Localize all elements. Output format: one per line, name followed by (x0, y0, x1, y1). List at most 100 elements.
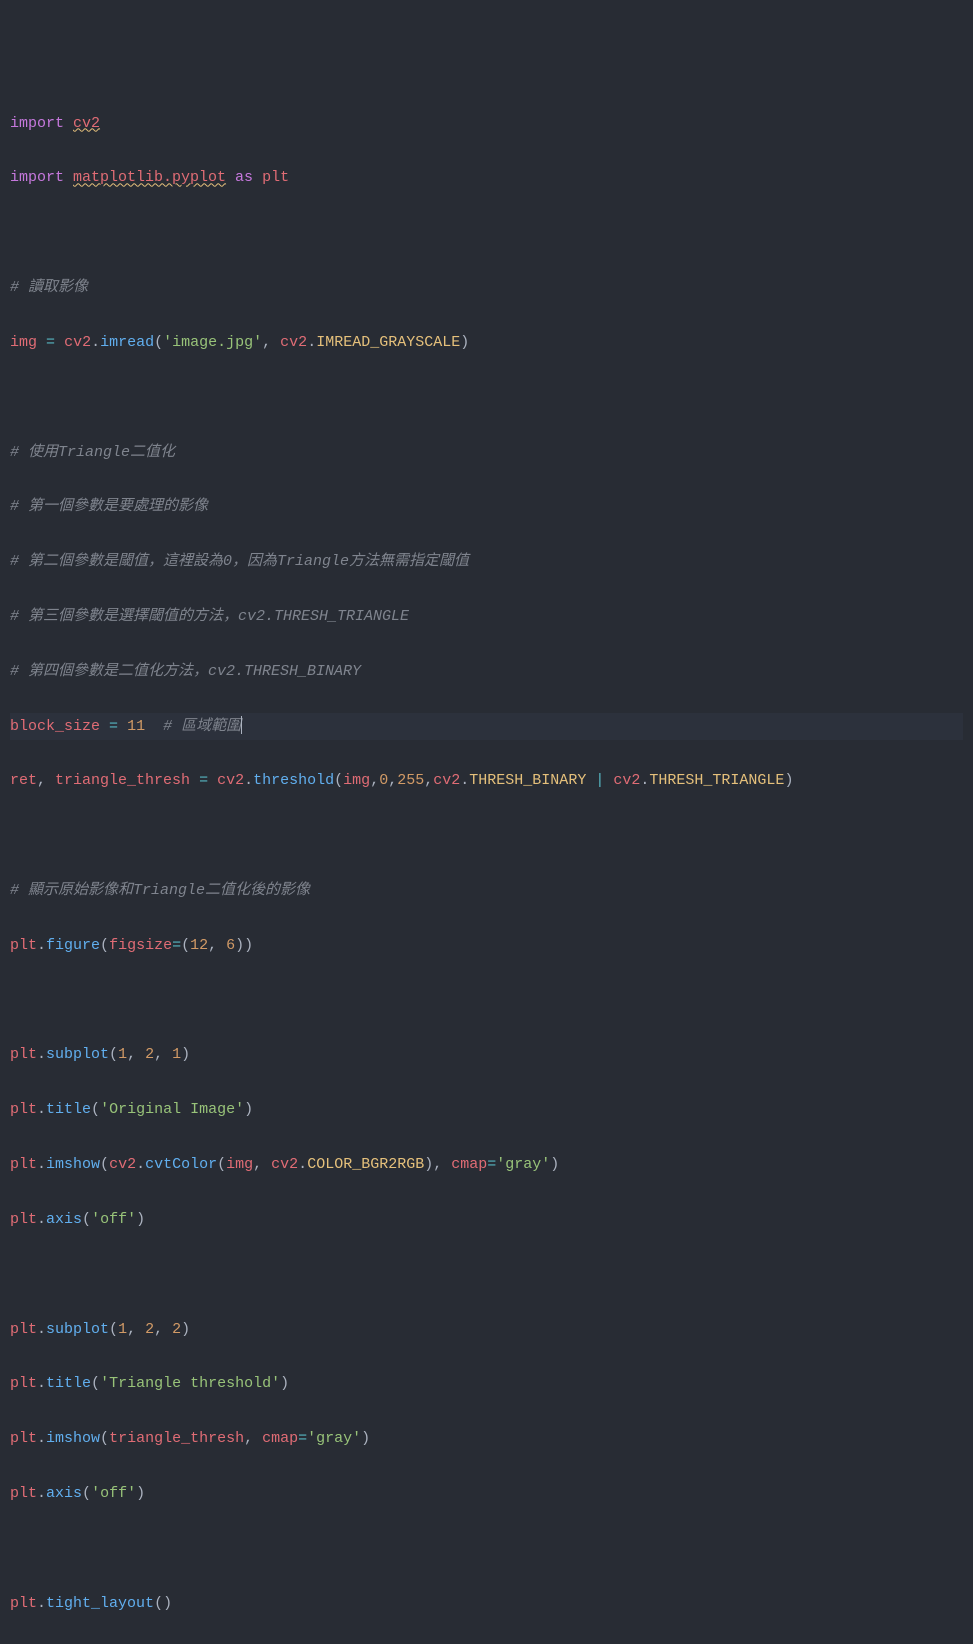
token-cmt: # 第三個參數是選擇閾值的方法，cv2.THRESH_TRIANGLE (10, 608, 409, 625)
token-str: 'gray' (496, 1156, 550, 1173)
code-line[interactable] (10, 987, 963, 1014)
code-line[interactable]: plt.figure(figsize=(12, 6)) (10, 932, 963, 959)
token-num: 2 (145, 1321, 154, 1338)
token-op: ) (361, 1430, 370, 1447)
code-line[interactable]: # 使用Triangle二值化 (10, 439, 963, 466)
token-func: title (46, 1101, 91, 1118)
token-op: . (37, 937, 46, 954)
code-line[interactable]: # 顯示原始影像和Triangle二值化後的影像 (10, 877, 963, 904)
token-var: plt (10, 1321, 37, 1338)
code-line[interactable]: plt.axis('off') (10, 1480, 963, 1507)
token-str: 'image.jpg' (163, 334, 262, 351)
token-str: 'Original Image' (100, 1101, 244, 1118)
token-op: ( (100, 1430, 109, 1447)
token-op: . (37, 1430, 46, 1447)
token-op: ( (100, 1156, 109, 1173)
code-line[interactable]: plt.subplot(1, 2, 2) (10, 1316, 963, 1343)
token-var: block_size (10, 718, 100, 735)
code-line[interactable] (10, 1535, 963, 1562)
token-str: 'off' (91, 1211, 136, 1228)
code-line[interactable]: plt.imshow(cv2.cvtColor(img, cv2.COLOR_B… (10, 1151, 963, 1178)
code-line[interactable]: # 第三個參數是選擇閾值的方法，cv2.THRESH_TRIANGLE (10, 603, 963, 630)
token-op (37, 334, 46, 351)
token-eq: = (172, 937, 181, 954)
code-line[interactable]: plt.axis('off') (10, 1206, 963, 1233)
code-line[interactable]: img = cv2.imread('image.jpg', cv2.IMREAD… (10, 329, 963, 356)
token-op: . (37, 1595, 46, 1612)
token-cmt: # 第二個參數是閾值，這裡設為0，因為Triangle方法無需指定閾值 (10, 553, 469, 570)
token-num: 1 (172, 1046, 181, 1063)
token-func: imread (100, 334, 154, 351)
token-func: axis (46, 1485, 82, 1502)
code-line[interactable]: import cv2 (10, 110, 963, 137)
token-str: 'off' (91, 1485, 136, 1502)
token-var: plt (10, 1595, 37, 1612)
token-op: , (127, 1321, 145, 1338)
code-line[interactable]: plt.title('Original Image') (10, 1096, 963, 1123)
token-var: plt (10, 1156, 37, 1173)
code-line[interactable] (10, 1261, 963, 1288)
code-line[interactable]: import matplotlib.pyplot as plt (10, 164, 963, 191)
token-var: cv2 (613, 772, 640, 789)
code-line[interactable]: plt.tight_layout() (10, 1590, 963, 1617)
code-editor[interactable]: import cv2 import matplotlib.pyplot as p… (10, 110, 963, 1644)
token-op: . (91, 334, 100, 351)
token-num: 0 (379, 772, 388, 789)
token-op: ) (181, 1046, 190, 1063)
token-num: 6 (226, 937, 235, 954)
token-func: tight_layout (46, 1595, 154, 1612)
token-func: imshow (46, 1156, 100, 1173)
token-var: figsize (109, 937, 172, 954)
code-line[interactable]: plt.title('Triangle threshold') (10, 1370, 963, 1397)
token-attr: THRESH_TRIANGLE (649, 772, 784, 789)
code-line[interactable]: plt.imshow(triangle_thresh, cmap='gray') (10, 1425, 963, 1452)
token-func: title (46, 1375, 91, 1392)
token-var: img (343, 772, 370, 789)
code-line[interactable]: plt.subplot(1, 2, 1) (10, 1041, 963, 1068)
code-line[interactable] (10, 384, 963, 411)
code-line[interactable]: # 第四個參數是二值化方法，cv2.THRESH_BINARY (10, 658, 963, 685)
token-op: . (37, 1156, 46, 1173)
token-eq: = (298, 1430, 307, 1447)
token-var: plt (10, 1101, 37, 1118)
token-kw: import (10, 115, 73, 132)
token-op (208, 772, 217, 789)
code-line[interactable] (10, 219, 963, 246)
token-func: subplot (46, 1321, 109, 1338)
token-op (118, 718, 127, 735)
token-op: ( (91, 1375, 100, 1392)
code-line[interactable]: # 第一個參數是要處理的影像 (10, 493, 963, 520)
token-num: 12 (190, 937, 208, 954)
token-op: , (244, 1430, 262, 1447)
token-mod: cv2 (73, 115, 100, 132)
token-op: ( (109, 1321, 118, 1338)
code-line[interactable] (10, 822, 963, 849)
token-op: ) (784, 772, 793, 789)
token-var: ret (10, 772, 37, 789)
token-num: 1 (118, 1321, 127, 1338)
token-op (586, 772, 595, 789)
code-line[interactable]: ret, triangle_thresh = cv2.threshold(img… (10, 767, 963, 794)
token-op (145, 718, 163, 735)
token-num: 11 (127, 718, 145, 735)
token-func: cvtColor (145, 1156, 217, 1173)
token-op: ( (100, 937, 109, 954)
code-line[interactable]: block_size = 11 # 區域範圍 (10, 713, 963, 740)
token-op: . (460, 772, 469, 789)
token-op (100, 718, 109, 735)
token-op: ) (136, 1211, 145, 1228)
code-line[interactable]: # 讀取影像 (10, 274, 963, 301)
token-op: () (154, 1595, 172, 1612)
code-line[interactable]: # 第二個參數是閾值，這裡設為0，因為Triangle方法無需指定閾值 (10, 548, 963, 575)
token-func: threshold (253, 772, 334, 789)
token-op: ( (91, 1101, 100, 1118)
token-eq: = (199, 772, 208, 789)
token-op: , (154, 1321, 172, 1338)
token-var: plt (262, 169, 289, 186)
token-op: ( (334, 772, 343, 789)
token-func: axis (46, 1211, 82, 1228)
token-var: img (226, 1156, 253, 1173)
token-eq: = (46, 334, 55, 351)
token-op: ) (136, 1485, 145, 1502)
token-str: 'gray' (307, 1430, 361, 1447)
